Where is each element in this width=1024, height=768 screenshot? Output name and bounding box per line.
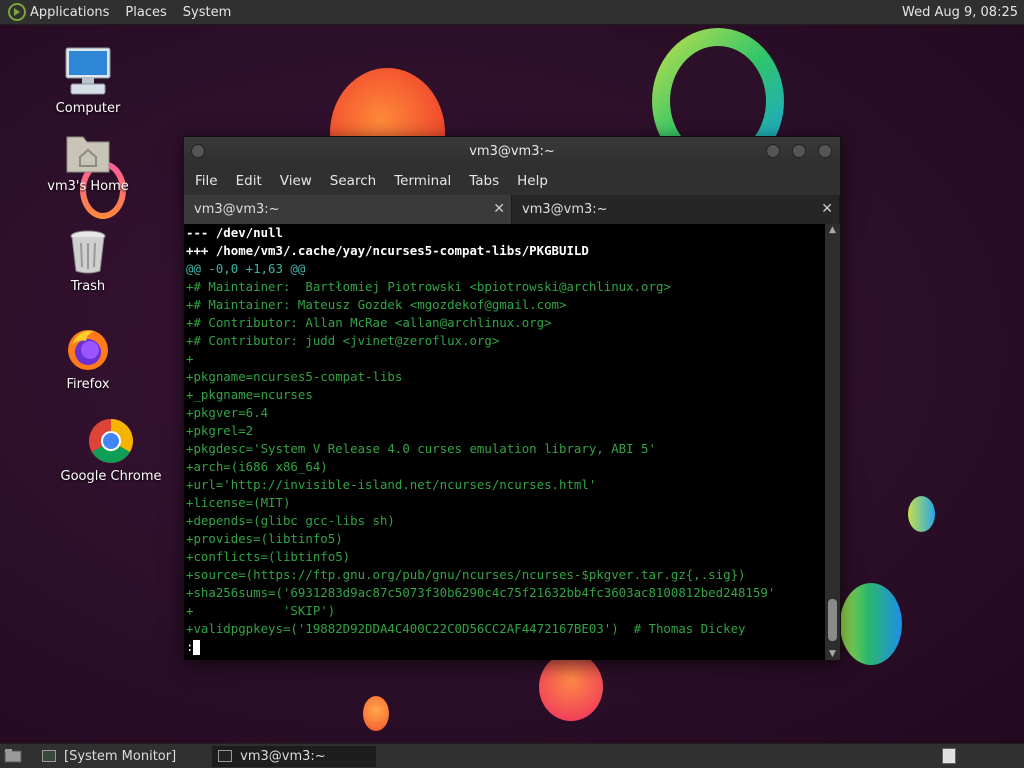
terminal-line: +license=(MIT) bbox=[186, 495, 291, 510]
taskbar-terminal[interactable]: vm3@vm3:~ bbox=[212, 745, 377, 767]
desktop-icon-computer[interactable]: Computer bbox=[38, 45, 138, 116]
menu-help[interactable]: Help bbox=[508, 173, 557, 189]
system-monitor-icon bbox=[42, 750, 56, 762]
tab-label: vm3@vm3:~ bbox=[194, 202, 280, 217]
terminal-prompt-line[interactable]: : bbox=[184, 638, 826, 656]
terminal-line: +# Contributor: Allan McRae <allan@archl… bbox=[186, 315, 552, 330]
terminal-output[interactable]: --- /dev/null +++ /home/vm3/.cache/yay/nc… bbox=[184, 224, 826, 660]
terminal-line: +arch=(i686 x86_64) bbox=[186, 459, 328, 474]
terminal-scrollbar[interactable]: ▲ ▼ bbox=[825, 224, 840, 660]
scrollbar-thumb[interactable] bbox=[828, 599, 837, 641]
terminal-line: +pkgrel=2 bbox=[186, 423, 254, 438]
wallpaper-coral-blob bbox=[539, 653, 603, 721]
desktop-icon-label: vm3's Home bbox=[47, 179, 129, 194]
terminal-line: +# Contributor: judd <jvinet@zeroflux.or… bbox=[186, 333, 500, 348]
bottom-panel: [System Monitor] vm3@vm3:~ bbox=[0, 743, 1024, 768]
menu-file[interactable]: File bbox=[186, 173, 227, 189]
computer-icon bbox=[65, 47, 111, 95]
terminal-line: +pkgver=6.4 bbox=[186, 405, 269, 420]
mate-logo-icon[interactable] bbox=[8, 3, 26, 21]
desktop-icon-label: Trash bbox=[70, 279, 106, 294]
terminal-line: +sha256sums=('6931283d9ac87c5073f30b6290… bbox=[186, 585, 776, 600]
terminal-window[interactable]: vm3@vm3:~ File Edit View Search Terminal… bbox=[183, 136, 841, 660]
tab-close-icon[interactable]: ✕ bbox=[821, 195, 833, 224]
home-folder-icon bbox=[66, 136, 110, 173]
wallpaper-small-orange bbox=[363, 696, 389, 731]
maximize-icon[interactable] bbox=[792, 144, 806, 158]
clock[interactable]: Wed Aug 9, 08:25 bbox=[902, 5, 1024, 20]
menu-tabs[interactable]: Tabs bbox=[460, 173, 508, 189]
scroll-up-icon[interactable]: ▲ bbox=[825, 224, 840, 236]
scroll-down-icon[interactable]: ▼ bbox=[825, 648, 840, 660]
trash-icon bbox=[70, 230, 106, 274]
show-desktop-icon[interactable] bbox=[4, 748, 22, 764]
chrome-icon bbox=[89, 419, 133, 463]
terminal-tab-2[interactable]: vm3@vm3:~ ✕ bbox=[512, 195, 840, 224]
taskbar-system-monitor[interactable]: [System Monitor] bbox=[36, 746, 182, 767]
system-menu[interactable]: System bbox=[175, 0, 239, 25]
menu-search[interactable]: Search bbox=[321, 173, 385, 189]
terminal-line: +# Maintainer: Bartłomiej Piotrowski <bp… bbox=[186, 279, 671, 294]
wallpaper-blue-blob bbox=[840, 583, 902, 665]
terminal-line: +pkgdesc='System V Release 4.0 curses em… bbox=[186, 441, 656, 456]
terminal-line: +conflicts=(libtinfo5) bbox=[186, 549, 351, 564]
window-titlebar[interactable]: vm3@vm3:~ bbox=[184, 137, 840, 167]
places-menu[interactable]: Places bbox=[117, 0, 174, 25]
desktop-icon-label: Google Chrome bbox=[60, 469, 162, 484]
desktop-icon-label: Firefox bbox=[66, 377, 110, 392]
terminal-line: +_pkgname=ncurses bbox=[186, 387, 313, 402]
terminal-line: +depends=(glibc gcc-libs sh) bbox=[186, 513, 395, 528]
task-label: vm3@vm3:~ bbox=[240, 748, 326, 764]
terminal-line: +url='http://invisible-island.net/ncurse… bbox=[186, 477, 597, 492]
tab-label: vm3@vm3:~ bbox=[522, 202, 608, 217]
desktop-icon-firefox[interactable]: Firefox bbox=[38, 325, 138, 392]
terminal-menubar: File Edit View Search Terminal Tabs Help bbox=[184, 167, 840, 195]
menu-edit[interactable]: Edit bbox=[227, 173, 271, 189]
pager-prompt: : bbox=[186, 639, 194, 654]
terminal-tab-1[interactable]: vm3@vm3:~ ✕ bbox=[184, 195, 512, 224]
terminal-line: +++ /home/vm3/.cache/yay/ncurses5-compat… bbox=[186, 243, 589, 258]
terminal-line: +# Maintainer: Mateusz Gozdek <mgozdekof… bbox=[186, 297, 567, 312]
workspace-switcher[interactable] bbox=[942, 748, 956, 764]
desktop-icon-home[interactable]: vm3's Home bbox=[38, 129, 138, 194]
menu-terminal[interactable]: Terminal bbox=[385, 173, 460, 189]
firefox-icon bbox=[68, 330, 108, 370]
applications-menu[interactable]: Applications bbox=[26, 0, 117, 25]
terminal-line: @@ -0,0 +1,63 @@ bbox=[186, 261, 306, 276]
terminal-line: --- /dev/null bbox=[186, 225, 283, 240]
minimize-icon[interactable] bbox=[766, 144, 780, 158]
terminal-tabbar: vm3@vm3:~ ✕ vm3@vm3:~ ✕ bbox=[184, 195, 840, 224]
terminal-line: +validpgpkeys=('19882D92DDA4C400C22C0D56… bbox=[186, 621, 746, 636]
tab-close-icon[interactable]: ✕ bbox=[493, 195, 505, 224]
desktop-icon-chrome[interactable]: Google Chrome bbox=[58, 417, 164, 484]
terminal-line: + 'SKIP') bbox=[186, 603, 336, 618]
terminal-icon bbox=[218, 750, 233, 762]
text-cursor bbox=[193, 640, 201, 655]
window-menu-icon[interactable] bbox=[191, 144, 205, 158]
desktop-icon-trash[interactable]: Trash bbox=[38, 229, 138, 294]
terminal-line: +source=(https://ftp.gnu.org/pub/gnu/ncu… bbox=[186, 567, 746, 582]
task-label: [System Monitor] bbox=[64, 748, 177, 764]
window-title: vm3@vm3:~ bbox=[469, 144, 555, 159]
terminal-line: +provides=(libtinfo5) bbox=[186, 531, 343, 546]
top-panel: Applications Places System Wed Aug 9, 08… bbox=[0, 0, 1024, 25]
wallpaper-blue-dot bbox=[908, 496, 935, 532]
desktop-icon-label: Computer bbox=[55, 101, 121, 116]
terminal-line: +pkgname=ncurses5-compat-libs bbox=[186, 369, 403, 384]
terminal-line: + bbox=[186, 351, 194, 366]
close-icon[interactable] bbox=[818, 144, 832, 158]
menu-view[interactable]: View bbox=[271, 173, 321, 189]
